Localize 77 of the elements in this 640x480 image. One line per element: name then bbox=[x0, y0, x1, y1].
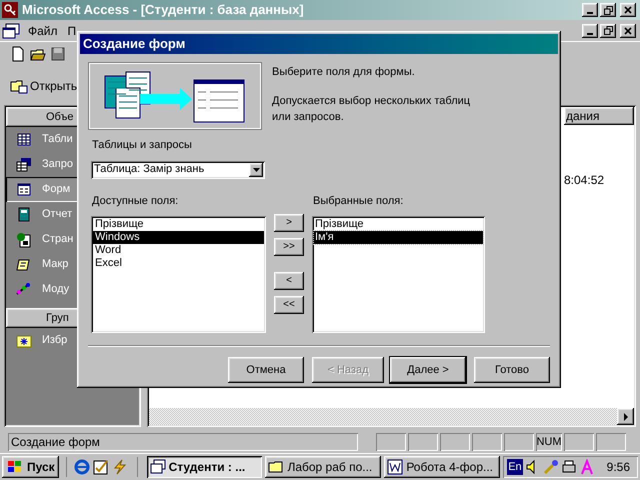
word-document-icon bbox=[387, 459, 404, 475]
status-indicator: NUM bbox=[536, 433, 562, 451]
move-button[interactable]: > bbox=[274, 214, 304, 232]
move-button[interactable]: >> bbox=[274, 238, 304, 256]
status-text: Создание форм bbox=[8, 433, 358, 451]
source-label: Таблицы и запросы bbox=[92, 138, 193, 153]
printer-icon[interactable] bbox=[560, 459, 577, 475]
selected-fields-label: Выбранные поля: bbox=[312, 194, 404, 208]
field-item[interactable]: Excel bbox=[93, 257, 264, 270]
minimize-button[interactable] bbox=[582, 24, 598, 38]
hint-text: Допускается выбор нескольких таблиц или запросов. bbox=[272, 94, 472, 125]
clock: 9:56 bbox=[606, 459, 630, 476]
move-button[interactable]: << bbox=[274, 296, 304, 314]
start-button[interactable]: Пуск bbox=[2, 456, 59, 478]
status-panel bbox=[440, 433, 470, 451]
new-document-icon[interactable] bbox=[10, 46, 26, 62]
field-item[interactable]: Ім'я bbox=[314, 231, 483, 244]
restore-icon bbox=[604, 6, 612, 14]
restore-button[interactable] bbox=[600, 24, 616, 38]
close-icon bbox=[624, 6, 632, 14]
dialog-button[interactable]: Отмена bbox=[228, 357, 304, 383]
dialog-button[interactable]: Готово bbox=[474, 357, 550, 383]
dialog-button[interactable]: Далее > bbox=[390, 357, 466, 383]
minimize-icon bbox=[587, 32, 593, 34]
close-button[interactable] bbox=[620, 24, 636, 38]
available-fields-list[interactable]: Прізвище Windows Word Excel bbox=[91, 216, 266, 333]
minimize-icon bbox=[587, 12, 593, 14]
table-cell-text: 8:04:52 bbox=[564, 172, 606, 189]
column-header[interactable]: дания bbox=[564, 107, 634, 125]
query-icon bbox=[16, 156, 32, 172]
folder-icon bbox=[16, 332, 32, 348]
close-button[interactable] bbox=[620, 3, 636, 17]
form-icon bbox=[16, 182, 32, 198]
status-panel bbox=[408, 433, 438, 451]
scroll-right-button[interactable] bbox=[617, 408, 634, 425]
minimize-button[interactable] bbox=[582, 3, 598, 17]
close-icon bbox=[624, 26, 632, 34]
macro-icon bbox=[16, 256, 32, 272]
restore-icon bbox=[604, 26, 612, 35]
selected-fields-list[interactable]: Прізвище Ім'я bbox=[312, 216, 485, 333]
status-panel bbox=[472, 433, 502, 451]
language-indicator[interactable]: En bbox=[507, 458, 523, 476]
lightning-icon[interactable] bbox=[112, 459, 128, 475]
folder-icon bbox=[268, 459, 284, 475]
folder-icon bbox=[10, 78, 28, 94]
document-window-icon[interactable] bbox=[2, 22, 20, 38]
field-item[interactable]: Windows bbox=[93, 231, 264, 244]
status-panel bbox=[376, 433, 406, 451]
right-arrow-icon bbox=[622, 412, 628, 420]
taskbar-button[interactable]: Студенти : ... bbox=[146, 456, 262, 478]
field-item[interactable]: Word bbox=[93, 244, 264, 257]
key-icon bbox=[2, 2, 18, 18]
save-icon[interactable] bbox=[50, 46, 66, 62]
table-icon bbox=[16, 132, 32, 148]
dropdown-arrow-icon bbox=[252, 168, 260, 172]
intro-text: Выберите поля для формы. bbox=[272, 65, 416, 80]
taskbar-button[interactable]: Лабор раб по... bbox=[265, 456, 382, 478]
restore-button[interactable] bbox=[600, 3, 616, 17]
report-icon bbox=[16, 206, 32, 222]
source-dropdown[interactable]: Таблица: Замір знань bbox=[91, 160, 265, 178]
menu-item[interactable]: П bbox=[66, 22, 78, 40]
status-panel bbox=[596, 433, 626, 451]
checkmark-icon[interactable] bbox=[92, 459, 109, 475]
status-panel bbox=[504, 433, 534, 451]
windows-flag-icon bbox=[6, 459, 24, 475]
taskbar-button[interactable]: Робота 4-фор... bbox=[384, 456, 500, 478]
windows-icon bbox=[150, 459, 166, 475]
module-icon bbox=[16, 282, 32, 298]
field-item[interactable]: Прізвище bbox=[93, 218, 264, 231]
menu-item[interactable]: Файл bbox=[26, 22, 60, 40]
dialog-title: Создание форм bbox=[83, 35, 186, 54]
browser-icon[interactable] bbox=[74, 459, 90, 475]
open-button[interactable]: Открыть bbox=[10, 77, 78, 95]
move-button[interactable]: < bbox=[274, 272, 304, 290]
field-item[interactable]: Прізвище bbox=[314, 218, 483, 231]
window-title: Microsoft Access - [Студенти : база данных] bbox=[22, 1, 304, 20]
status-panel bbox=[564, 433, 594, 451]
